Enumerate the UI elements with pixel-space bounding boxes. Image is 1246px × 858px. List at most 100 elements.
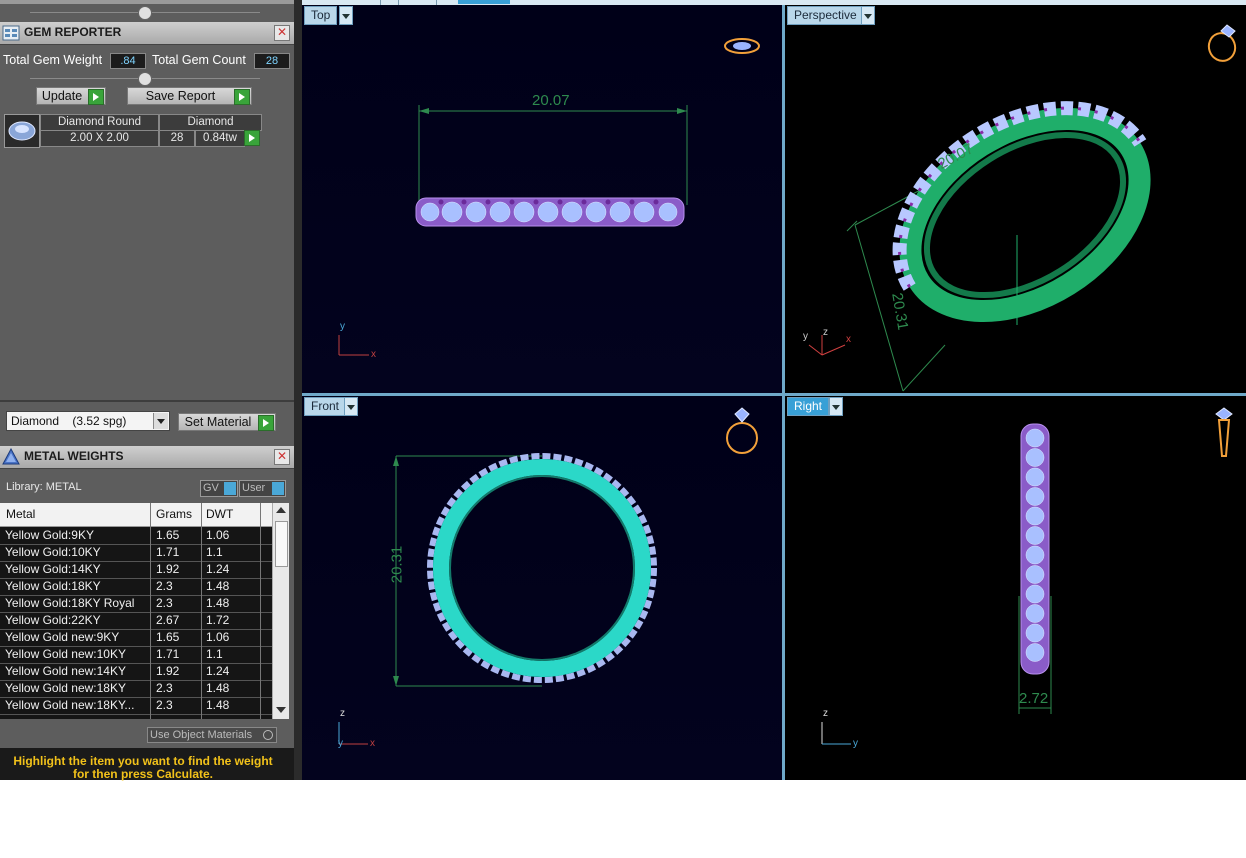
axis-label-z: z <box>823 708 828 719</box>
table-row[interactable]: Yellow Gold:22KY 2.67 1.72 <box>0 612 272 630</box>
metal-name-cell: Yellow Gold:9KY <box>5 528 94 542</box>
gem-weight: 0.84tw <box>195 130 245 147</box>
column-header-dwt[interactable]: DWT <box>206 507 233 521</box>
table-row[interactable]: Yellow Gold:9KY 1.65 1.06 <box>0 527 272 545</box>
axis-label-z: z <box>340 708 345 719</box>
set-material-label: Set Material <box>184 415 252 429</box>
scroll-down-icon[interactable] <box>276 707 286 713</box>
update-button[interactable]: Update <box>36 87 106 105</box>
table-row[interactable]: Yellow Gold:18KY Royal 2.3 1.48 <box>0 595 272 613</box>
column-header-grams[interactable]: Grams <box>156 507 192 521</box>
radio-icon <box>263 730 273 740</box>
gem-material-header: Diamond <box>159 114 262 131</box>
gv-toggle[interactable]: GV <box>200 480 238 497</box>
collapse-knob[interactable] <box>138 6 152 20</box>
viewport-top[interactable]: 20.07 y x Top <box>302 5 782 393</box>
total-gem-count-value: 28 <box>254 53 290 69</box>
metal-name-cell: Yellow Gold new:14KY <box>5 664 126 678</box>
right-view-ring <box>821 423 1052 745</box>
dimension-width: 20.07 <box>532 92 570 109</box>
close-icon[interactable]: ✕ <box>274 25 290 41</box>
metal-weights-titlebar: METAL WEIGHTS ✕ <box>0 446 294 469</box>
metal-name-cell: Yellow Gold:14KY <box>5 562 101 576</box>
gem-size: 2.00 X 2.00 <box>40 130 159 147</box>
set-material-button[interactable]: Set Material <box>178 413 276 431</box>
metal-name-cell: Yellow Gold new:9KY <box>5 630 120 644</box>
table-row[interactable]: Yellow Gold new:9KY 1.65 1.06 <box>0 629 272 647</box>
table-row[interactable]: Yellow Gold:10KY 1.71 1.1 <box>0 544 272 562</box>
left-panel: GEM REPORTER ✕ Total Gem Weight .84 Tota… <box>0 0 294 781</box>
top-view-ring <box>338 105 688 356</box>
table-row[interactable]: Yellow Gold new:14KY 1.92 1.24 <box>0 663 272 681</box>
save-report-label: Save Report <box>145 89 216 103</box>
axis-label-y: y <box>340 321 345 332</box>
collapse-knob[interactable] <box>138 72 152 86</box>
grams-cell: 1.71 <box>156 647 180 661</box>
metal-name-cell: Yellow Gold:18KY Royal <box>5 596 135 610</box>
close-icon[interactable]: ✕ <box>274 449 290 465</box>
table-row[interactable]: Yellow Gold new:18KY 2.3 1.48 <box>0 680 272 698</box>
ring-preview-icon[interactable] <box>1205 21 1241 65</box>
ring-preview-icon[interactable] <box>722 33 762 59</box>
gv-label: GV <box>203 482 219 494</box>
total-gem-count-label: Total Gem Count <box>152 53 246 67</box>
gem-thumbnail[interactable] <box>4 114 40 148</box>
viewport-tab-top[interactable]: Top <box>304 6 338 25</box>
dropdown-icon[interactable] <box>344 397 358 416</box>
gem-details-button[interactable] <box>244 130 260 146</box>
column-divider <box>260 503 261 719</box>
metal-table-scrollbar[interactable] <box>272 503 289 719</box>
panel-splitter[interactable] <box>294 0 302 780</box>
play-icon <box>244 130 260 146</box>
dimension-width: 2.72 <box>1019 690 1049 707</box>
material-select[interactable]: Diamond (3.52 spg) <box>6 411 170 431</box>
viewport-tab-perspective[interactable]: Perspective <box>787 6 864 25</box>
save-report-button[interactable]: Save Report <box>127 87 252 105</box>
grams-cell: 2.3 <box>156 596 173 610</box>
axis-label-y: y <box>338 738 343 749</box>
axis-label-x: x <box>846 334 851 345</box>
dropdown-icon[interactable] <box>861 6 875 25</box>
dropdown-icon <box>153 413 168 429</box>
dwt-cell: 1.48 <box>206 681 230 695</box>
axis-label-x: x <box>371 349 376 360</box>
dimension-diameter: 20.31 <box>388 545 406 584</box>
ring-preview-icon[interactable] <box>1211 406 1237 462</box>
viewport-tab-front[interactable]: Front <box>304 397 347 416</box>
total-gem-weight-value: .84 <box>110 53 146 69</box>
scroll-up-icon[interactable] <box>276 507 286 513</box>
metal-weights-icon <box>2 448 20 465</box>
table-row[interactable]: Yellow Gold:18KY 2.3 1.48 <box>0 578 272 596</box>
axis-label-y: y <box>803 331 808 342</box>
axis-label-z: z <box>823 327 828 338</box>
viewport-right[interactable]: 2.72 z y Right <box>785 396 1246 780</box>
ring-preview-icon[interactable] <box>720 406 764 458</box>
column-divider <box>150 503 151 719</box>
metal-name-cell: Yellow Gold new:18KY... <box>5 698 135 712</box>
dwt-cell: 1.48 <box>206 596 230 610</box>
use-object-materials-checkbox[interactable]: Use Object Materials <box>147 727 277 743</box>
viewport-perspective[interactable]: 20.07 20.31 y z x Perspective <box>785 5 1246 393</box>
dwt-cell: 1.1 <box>206 545 223 559</box>
play-icon <box>258 415 274 431</box>
hint-area: Highlight the item you want to find the … <box>0 748 294 781</box>
total-gem-weight-label: Total Gem Weight <box>3 53 103 67</box>
column-header-metal[interactable]: Metal <box>6 507 35 521</box>
user-toggle[interactable]: User <box>239 480 286 497</box>
grams-cell: 1.71 <box>156 545 180 559</box>
dropdown-icon[interactable] <box>829 397 843 416</box>
viewport-front[interactable]: 20.31 z y x Front <box>302 396 782 780</box>
metal-table-header: Metal Grams DWT <box>0 503 272 527</box>
scroll-thumb[interactable] <box>275 521 288 567</box>
gem-reporter-title: GEM REPORTER <box>24 25 122 39</box>
dropdown-icon[interactable] <box>339 6 353 25</box>
grams-cell: 1.65 <box>156 528 180 542</box>
use-object-materials-label: Use Object Materials <box>150 729 253 741</box>
table-row[interactable]: Yellow Gold:14KY 1.92 1.24 <box>0 561 272 579</box>
table-row[interactable]: Yellow Gold new:18KY... 2.3 1.48 <box>0 697 272 715</box>
gem-reporter-titlebar: GEM REPORTER ✕ <box>0 22 294 45</box>
user-label: User <box>242 482 266 494</box>
viewport-tab-right[interactable]: Right <box>787 397 830 416</box>
gem-shape-header: Diamond Round <box>40 114 159 131</box>
table-row[interactable]: Yellow Gold new:10KY 1.71 1.1 <box>0 646 272 664</box>
